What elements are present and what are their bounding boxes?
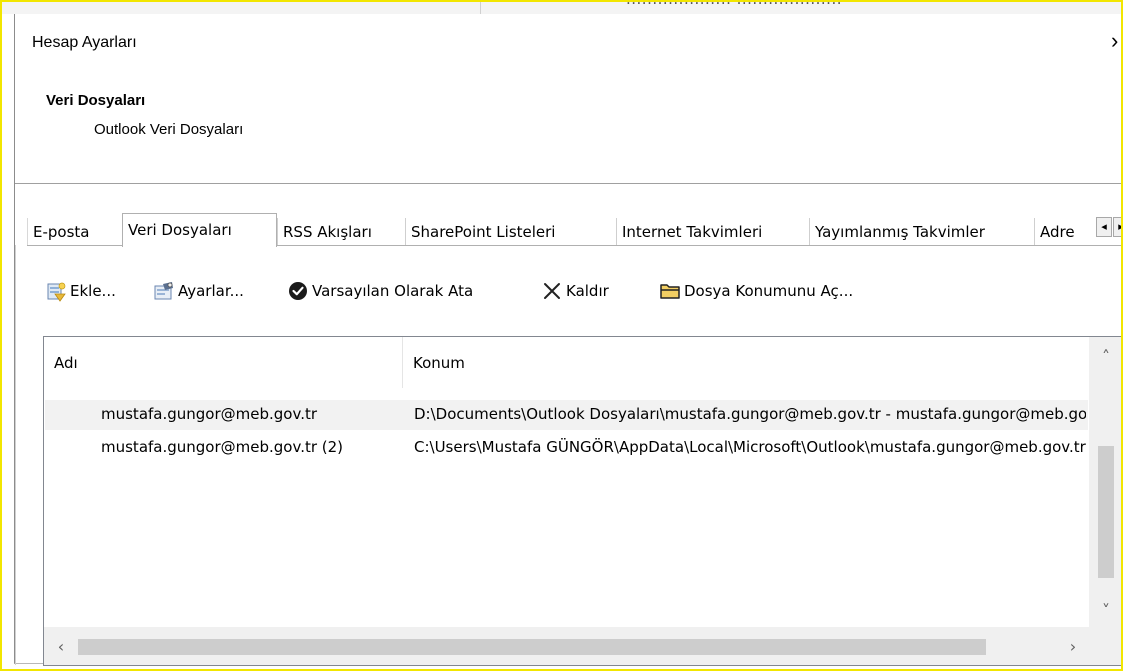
- settings-button[interactable]: Ayarlar...: [153, 277, 244, 305]
- row-name-cell: mustafa.gungor@meb.gov.tr (2): [101, 438, 344, 456]
- list-item[interactable]: mustafa.gungor@meb.gov.tr (2) C:\Users\M…: [45, 433, 1088, 463]
- add-button[interactable]: Ekle...: [45, 277, 116, 305]
- section-subtitle: Outlook Veri Dosyaları: [94, 121, 244, 138]
- column-header-location[interactable]: Konum: [403, 337, 1089, 388]
- tab-scroll-right-button[interactable]: ▸: [1113, 217, 1123, 237]
- background-divider: [480, 0, 481, 14]
- settings-icon: [153, 280, 175, 302]
- tab-published-calendars[interactable]: Yayımlanmış Takvimler: [809, 218, 1034, 246]
- tab-address-books[interactable]: Adre: [1034, 218, 1098, 246]
- checkmark-circle-icon: [287, 280, 309, 302]
- add-button-label: Ekle...: [70, 282, 116, 300]
- add-data-file-icon: [45, 280, 67, 302]
- tab-data-files[interactable]: Veri Dosyaları: [122, 213, 277, 247]
- vertical-scrollbar[interactable]: ˄ ˅: [1089, 337, 1122, 627]
- scroll-up-button[interactable]: ˄: [1089, 343, 1122, 371]
- scroll-right-button[interactable]: ›: [1056, 627, 1090, 665]
- horizontal-scroll-thumb[interactable]: [78, 639, 986, 655]
- tab-internet-calendars[interactable]: Internet Takvimleri: [616, 218, 809, 246]
- scroll-down-button[interactable]: ˅: [1089, 597, 1122, 625]
- tab-rss-feeds[interactable]: RSS Akışları: [277, 218, 405, 246]
- data-files-list[interactable]: Adı Konum mustafa.gungor@meb.gov.tr D:\D…: [43, 336, 1123, 666]
- tab-strip: E-posta Veri Dosyaları RSS Akışları Shar…: [27, 213, 1123, 247]
- section-title: Veri Dosyaları: [46, 92, 146, 109]
- row-name-cell: mustafa.gungor@meb.gov.tr: [101, 405, 318, 423]
- folder-icon: [659, 280, 681, 302]
- background-window-strip: .................... ...................…: [0, 0, 1123, 14]
- vertical-scroll-thumb[interactable]: [1098, 446, 1114, 578]
- settings-button-label: Ayarlar...: [178, 282, 244, 300]
- remove-x-icon: [541, 280, 563, 302]
- account-settings-dialog: Hesap Ayarları › Veri Dosyaları Outlook …: [14, 14, 1123, 666]
- scrollbar-corner: [1089, 627, 1122, 665]
- row-location-cell: C:\Users\Mustafa GÜNGÖR\AppData\Local\Mi…: [414, 438, 1086, 456]
- set-default-button-label: Varsayılan Olarak Ata: [312, 282, 474, 300]
- remove-button[interactable]: Kaldır: [541, 277, 609, 305]
- header-divider: [15, 183, 1123, 184]
- scroll-left-button[interactable]: ‹: [44, 627, 78, 665]
- tab-scroll-left-button[interactable]: ◂: [1096, 217, 1112, 237]
- tab-sharepoint-lists[interactable]: SharePoint Listeleri: [405, 218, 616, 246]
- tab-email[interactable]: E-posta: [27, 218, 122, 246]
- background-window-text: .................... ...................…: [626, 0, 842, 8]
- list-item[interactable]: mustafa.gungor@meb.gov.tr D:\Documents\O…: [45, 400, 1088, 430]
- column-header-name[interactable]: Adı: [44, 337, 402, 388]
- remove-button-label: Kaldır: [566, 282, 609, 300]
- panel-border: [15, 245, 16, 665]
- set-default-button[interactable]: Varsayılan Olarak Ata: [287, 277, 473, 305]
- horizontal-scrollbar[interactable]: ‹ ›: [44, 627, 1122, 665]
- close-button[interactable]: ›: [1111, 28, 1118, 54]
- dialog-title: Hesap Ayarları: [32, 34, 137, 51]
- open-file-location-button[interactable]: Dosya Konumunu Aç...: [659, 277, 853, 305]
- open-file-location-button-label: Dosya Konumunu Aç...: [684, 282, 854, 300]
- row-location-cell: D:\Documents\Outlook Dosyaları\mustafa.g…: [414, 405, 1086, 423]
